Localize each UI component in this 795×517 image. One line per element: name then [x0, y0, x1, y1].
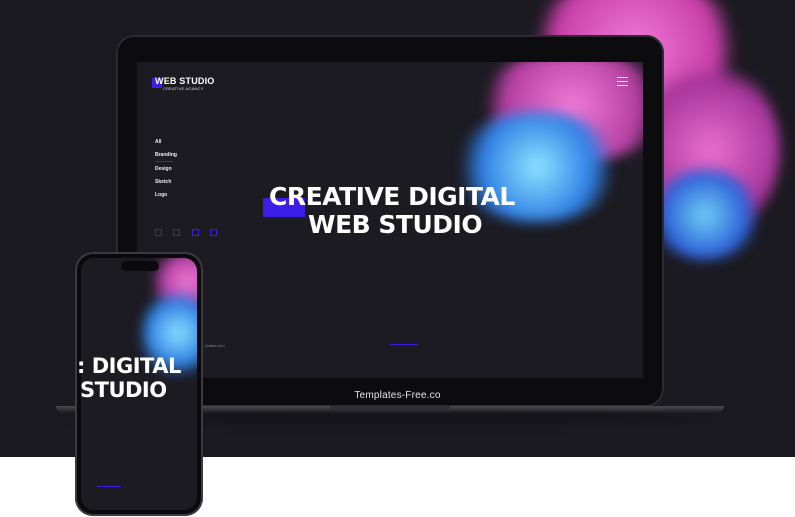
phone-hero-line1: : DIGITAL — [77, 354, 181, 378]
phone-accent-bar — [97, 486, 121, 487]
nav-item-all[interactable]: All — [155, 139, 173, 152]
laptop-hinge-notch — [330, 406, 450, 410]
phone-notch — [121, 261, 159, 271]
social-icon[interactable] — [173, 229, 181, 236]
social-links — [155, 223, 224, 241]
social-icon[interactable] — [191, 229, 199, 236]
laptop-screen: WEB STUDIO CREATIVE AGANCY All Branding … — [137, 62, 643, 378]
footer-accent-bar — [390, 344, 418, 345]
logo-title[interactable]: WEB STUDIO — [155, 76, 215, 86]
logo-subtitle: CREATIVE AGANCY — [163, 86, 204, 91]
social-icon[interactable] — [210, 229, 218, 236]
social-icon[interactable] — [155, 229, 162, 236]
ink-cloud-blue — [650, 170, 760, 260]
phone-hero-line2: STUDIO — [80, 378, 167, 402]
footer-link[interactable]: ...plates.com — [202, 343, 225, 348]
nav-item-design[interactable]: Design — [155, 166, 173, 179]
category-nav: All Branding Design Sketch Logo — [155, 139, 177, 205]
nav-item-logo[interactable]: Logo — [155, 192, 173, 205]
nav-item-branding[interactable]: Branding — [155, 152, 177, 162]
hero-title-line2: WEB STUDIO — [308, 210, 483, 239]
nav-item-sketch[interactable]: Sketch — [155, 179, 173, 192]
hamburger-menu-icon[interactable] — [617, 77, 628, 86]
hero-title-line1: CREATIVE DIGITAL — [269, 182, 515, 211]
